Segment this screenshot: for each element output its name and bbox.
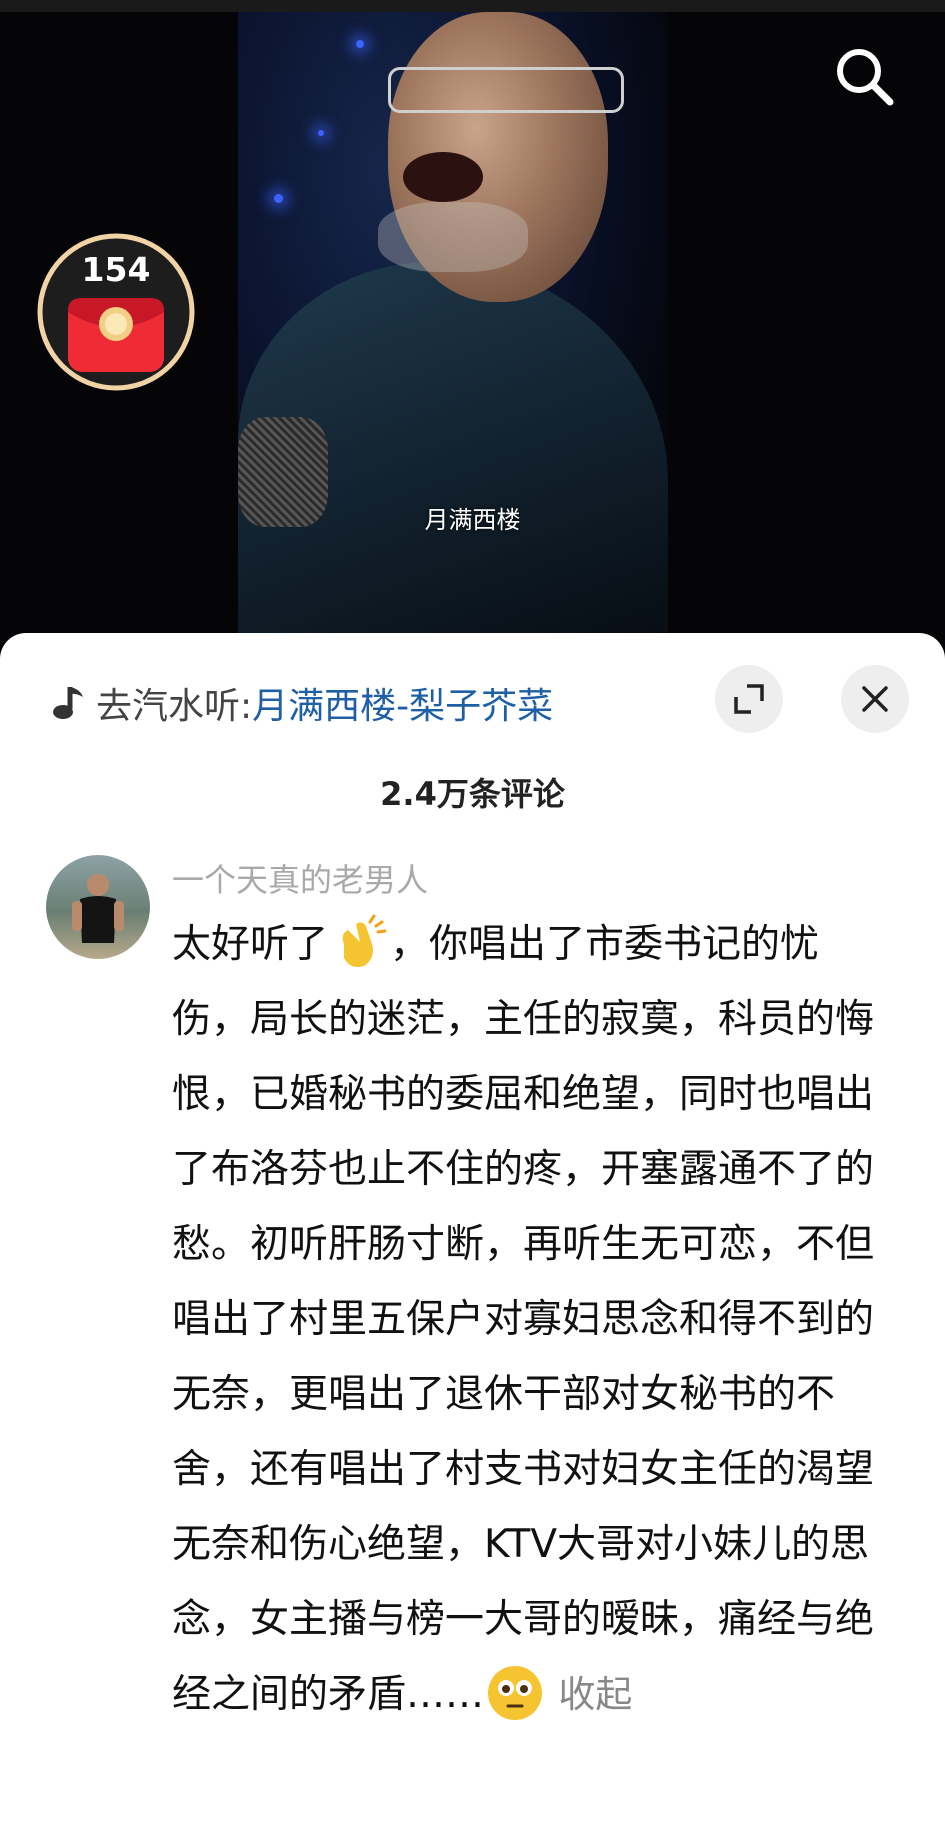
video-frame	[238, 12, 668, 642]
comment-text-part: ，你唱出了市委书记的忧伤，局长的迷茫，主任的寂寞，科员的悔恨，已婚秘书的委屈和绝…	[172, 922, 875, 1717]
red-packet-widget[interactable]: 154	[34, 230, 198, 394]
expand-icon	[734, 684, 764, 714]
music-link-row[interactable]: 去汽水听: 月满西楼-梨子芥菜	[50, 677, 553, 729]
flushed-face-icon	[488, 1665, 543, 1720]
stage-light	[274, 194, 283, 203]
avatar-person-icon	[72, 874, 124, 943]
clapping-hands-icon	[342, 914, 387, 967]
comment-text: 太好听了 ，你唱出了市委书记的忧伤，局长的迷茫，主任的寂寞，科员的悔恨，已婚秘书的…	[172, 907, 892, 1732]
avatar[interactable]	[46, 855, 150, 959]
music-title-link[interactable]: 月满西楼-梨子芥菜	[252, 677, 553, 729]
comment-text-part: 太好听了	[172, 922, 329, 967]
comments-count-title: 2.4万条评论	[380, 775, 565, 813]
search-icon[interactable]	[832, 44, 896, 108]
music-prefix: 去汽水听:	[96, 686, 253, 727]
video-player[interactable]: 月满西楼 154	[0, 0, 945, 650]
status-bar	[0, 0, 945, 12]
expand-button[interactable]	[715, 665, 783, 733]
stage-light	[356, 40, 364, 48]
comments-sheet: 去汽水听: 月满西楼-梨子芥菜 2.4万条评论 一个天真的老男人 太好听了 ，你唱…	[0, 633, 945, 1828]
singer-beard	[378, 202, 528, 272]
singer-mouth	[403, 152, 483, 202]
red-packet-count: 154	[81, 250, 151, 289]
comment-author[interactable]: 一个天真的老男人	[172, 855, 428, 901]
close-icon	[862, 686, 888, 712]
singer-glasses	[388, 67, 624, 113]
stage-light	[318, 130, 324, 136]
close-button[interactable]	[841, 665, 909, 733]
music-note-icon	[53, 687, 83, 719]
video-subtitle: 月满西楼	[424, 506, 521, 534]
collapse-link[interactable]: 收起	[558, 1673, 632, 1716]
